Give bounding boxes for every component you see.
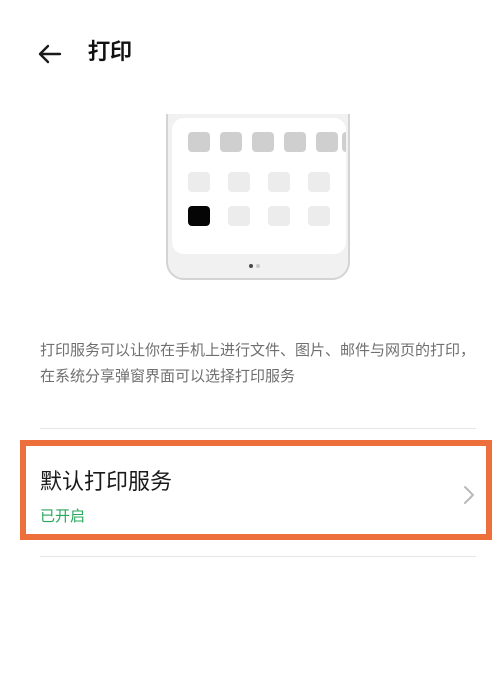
page-indicator-dot bbox=[256, 264, 260, 268]
divider bbox=[40, 428, 476, 429]
app-icon-placeholder bbox=[252, 132, 274, 152]
default-print-service-row[interactable]: 默认打印服务 已开启 bbox=[20, 440, 492, 540]
app-icon-placeholder bbox=[188, 132, 210, 152]
app-icon-placeholder bbox=[284, 132, 306, 152]
page-title: 打印 bbox=[88, 40, 133, 65]
chevron-right-icon bbox=[464, 486, 474, 504]
arrow-left-icon bbox=[38, 44, 62, 64]
app-icon-placeholder bbox=[308, 206, 330, 226]
phone-frame bbox=[166, 114, 350, 280]
share-sheet-panel bbox=[172, 118, 346, 254]
app-icon-placeholder bbox=[268, 172, 290, 192]
phone-illustration bbox=[166, 114, 352, 282]
selected-app-icon bbox=[188, 206, 210, 226]
app-icon-placeholder bbox=[308, 172, 330, 192]
print-service-description: 打印服务可以让你在手机上进行文件、图片、邮件与网页的打印，在系统分享弹窗界面可以… bbox=[40, 341, 476, 385]
status-text: 已开启 bbox=[40, 507, 86, 525]
page-indicator-dot bbox=[249, 264, 253, 268]
top-bar: 打印 bbox=[0, 0, 500, 110]
app-icon-placeholder bbox=[268, 206, 290, 226]
app-icon-placeholder bbox=[188, 172, 210, 192]
divider bbox=[40, 556, 476, 557]
setting-label: 默认打印服务 bbox=[40, 470, 173, 495]
app-icon-placeholder bbox=[228, 206, 250, 226]
back-button[interactable] bbox=[32, 36, 68, 72]
app-icon-placeholder bbox=[316, 132, 338, 152]
app-icon-placeholder bbox=[228, 172, 250, 192]
app-icon-placeholder bbox=[342, 132, 346, 152]
app-icon-placeholder bbox=[220, 132, 242, 152]
